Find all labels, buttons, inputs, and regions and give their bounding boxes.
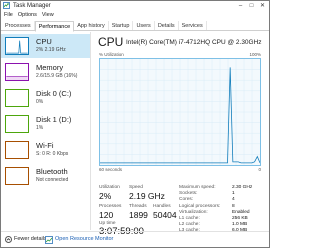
menu-bar: File Options View [1,11,269,20]
tab-services[interactable]: Services [179,21,207,30]
tab-app-history[interactable]: App history [74,21,109,30]
minimize-button[interactable]: – [235,1,246,11]
sidebar-item-label: Memory [36,63,64,72]
graph-axis-time-span: 60 seconds [99,167,123,172]
fewer-details-button[interactable]: Fewer details [5,235,47,244]
cpu-utilization-graph [99,58,261,166]
maximize-button[interactable]: □ [246,1,257,11]
menu-view[interactable]: View [42,11,54,20]
chevron-up-icon [5,236,12,243]
sidebar-item-value: Not connected [36,177,69,183]
sidebar-item-memory[interactable]: Memory 2.6/15.9 GB (16%) [1,60,90,84]
menu-options[interactable]: Options [18,11,37,20]
wifi-thumbnail-graph [5,141,29,159]
tab-startup[interactable]: Startup [109,21,134,30]
sidebar-item-disk-1[interactable]: Disk 1 (D:) 1% [1,112,90,136]
sidebar-item-value: 2% 2.19 GHz [36,47,66,53]
task-manager-app-icon [3,2,10,9]
sidebar-item-cpu[interactable]: CPU 2% 2.19 GHz [1,34,90,58]
graph-label-utilization: % Utilization [99,52,124,57]
stat-value: 2.19 GHz [129,191,165,201]
stat-utilization: Utilization 2% [99,185,120,201]
window-title: Task Manager [13,3,51,9]
sidebar-item-label: Disk 0 (C:) [36,89,72,98]
task-manager-window: Task Manager – □ ✕ File Options View Pro… [0,0,270,248]
sidebar-item-value: 2.6/15.9 GB (16%) [36,73,78,79]
graph-axis-zero: 0 [258,167,261,172]
resource-monitor-icon [45,235,53,244]
tab-details[interactable]: Details [155,21,179,30]
resource-monitor-label: Open Resource Monitor [55,236,114,242]
sidebar-item-label: CPU [36,37,52,46]
open-resource-monitor-link[interactable]: Open Resource Monitor [45,235,113,244]
fewer-details-label: Fewer details [14,236,47,242]
sidebar-item-label: Bluetooth [36,167,68,176]
memory-thumbnail-graph [5,63,29,81]
cpu-model-name: Intel(R) Core(TM) i7-4712HQ CPU @ 2.30GH… [126,39,262,46]
sidebar-item-value: 1% [36,125,44,131]
close-button[interactable]: ✕ [257,1,268,11]
title-bar: Task Manager – □ ✕ [1,1,269,11]
tab-performance[interactable]: Performance [34,21,75,32]
stat-threads: Threads 1899 [129,204,148,220]
menu-file[interactable]: File [4,11,13,20]
sidebar-item-label: Disk 1 (D:) [36,115,72,124]
cpu-detail-panel: CPU Intel(R) Core(TM) i7-4712HQ CPU @ 2.… [93,32,269,237]
page-title: CPU [98,35,124,49]
sidebar-item-value: S: 0 R: 0 Kbps [36,151,69,157]
graph-label-max: 100% [249,52,261,57]
stat-value: 50404 [153,210,177,220]
sidebar-item-value: 0% [36,99,44,105]
cpu-spec-table: Maximum speed: 2.30 GHz Sockets: 1 Cores: 4… [179,185,265,235]
stat-handles: Handles 50404 [153,204,177,220]
tab-bar: Processes Performance App history Startu… [1,21,269,32]
stat-value: 1899 [129,210,148,220]
sidebar-item-label: Wi-Fi [36,141,54,150]
tab-processes[interactable]: Processes [2,21,35,30]
disk1-thumbnail-graph [5,115,29,133]
sidebar-item-wifi[interactable]: Wi-Fi S: 0 R: 0 Kbps [1,138,90,162]
stat-processes: Processes 120 [99,204,121,220]
disk0-thumbnail-graph [5,89,29,107]
bluetooth-thumbnail-graph [5,167,29,185]
footer-bar: Fewer details Open Resource Monitor [1,231,269,247]
cpu-thumbnail-graph [5,37,29,55]
tab-users[interactable]: Users [133,21,155,30]
sidebar-item-bluetooth[interactable]: Bluetooth Not connected [1,164,90,188]
stat-value: 2% [99,191,112,201]
resource-sidebar: CPU 2% 2.19 GHz Memory 2.6/15.9 GB (16%)… [1,32,91,230]
sidebar-item-disk-0[interactable]: Disk 0 (C:) 0% [1,86,90,110]
stat-speed: Speed 2.19 GHz [129,185,165,201]
stat-value: 120 [99,210,114,220]
